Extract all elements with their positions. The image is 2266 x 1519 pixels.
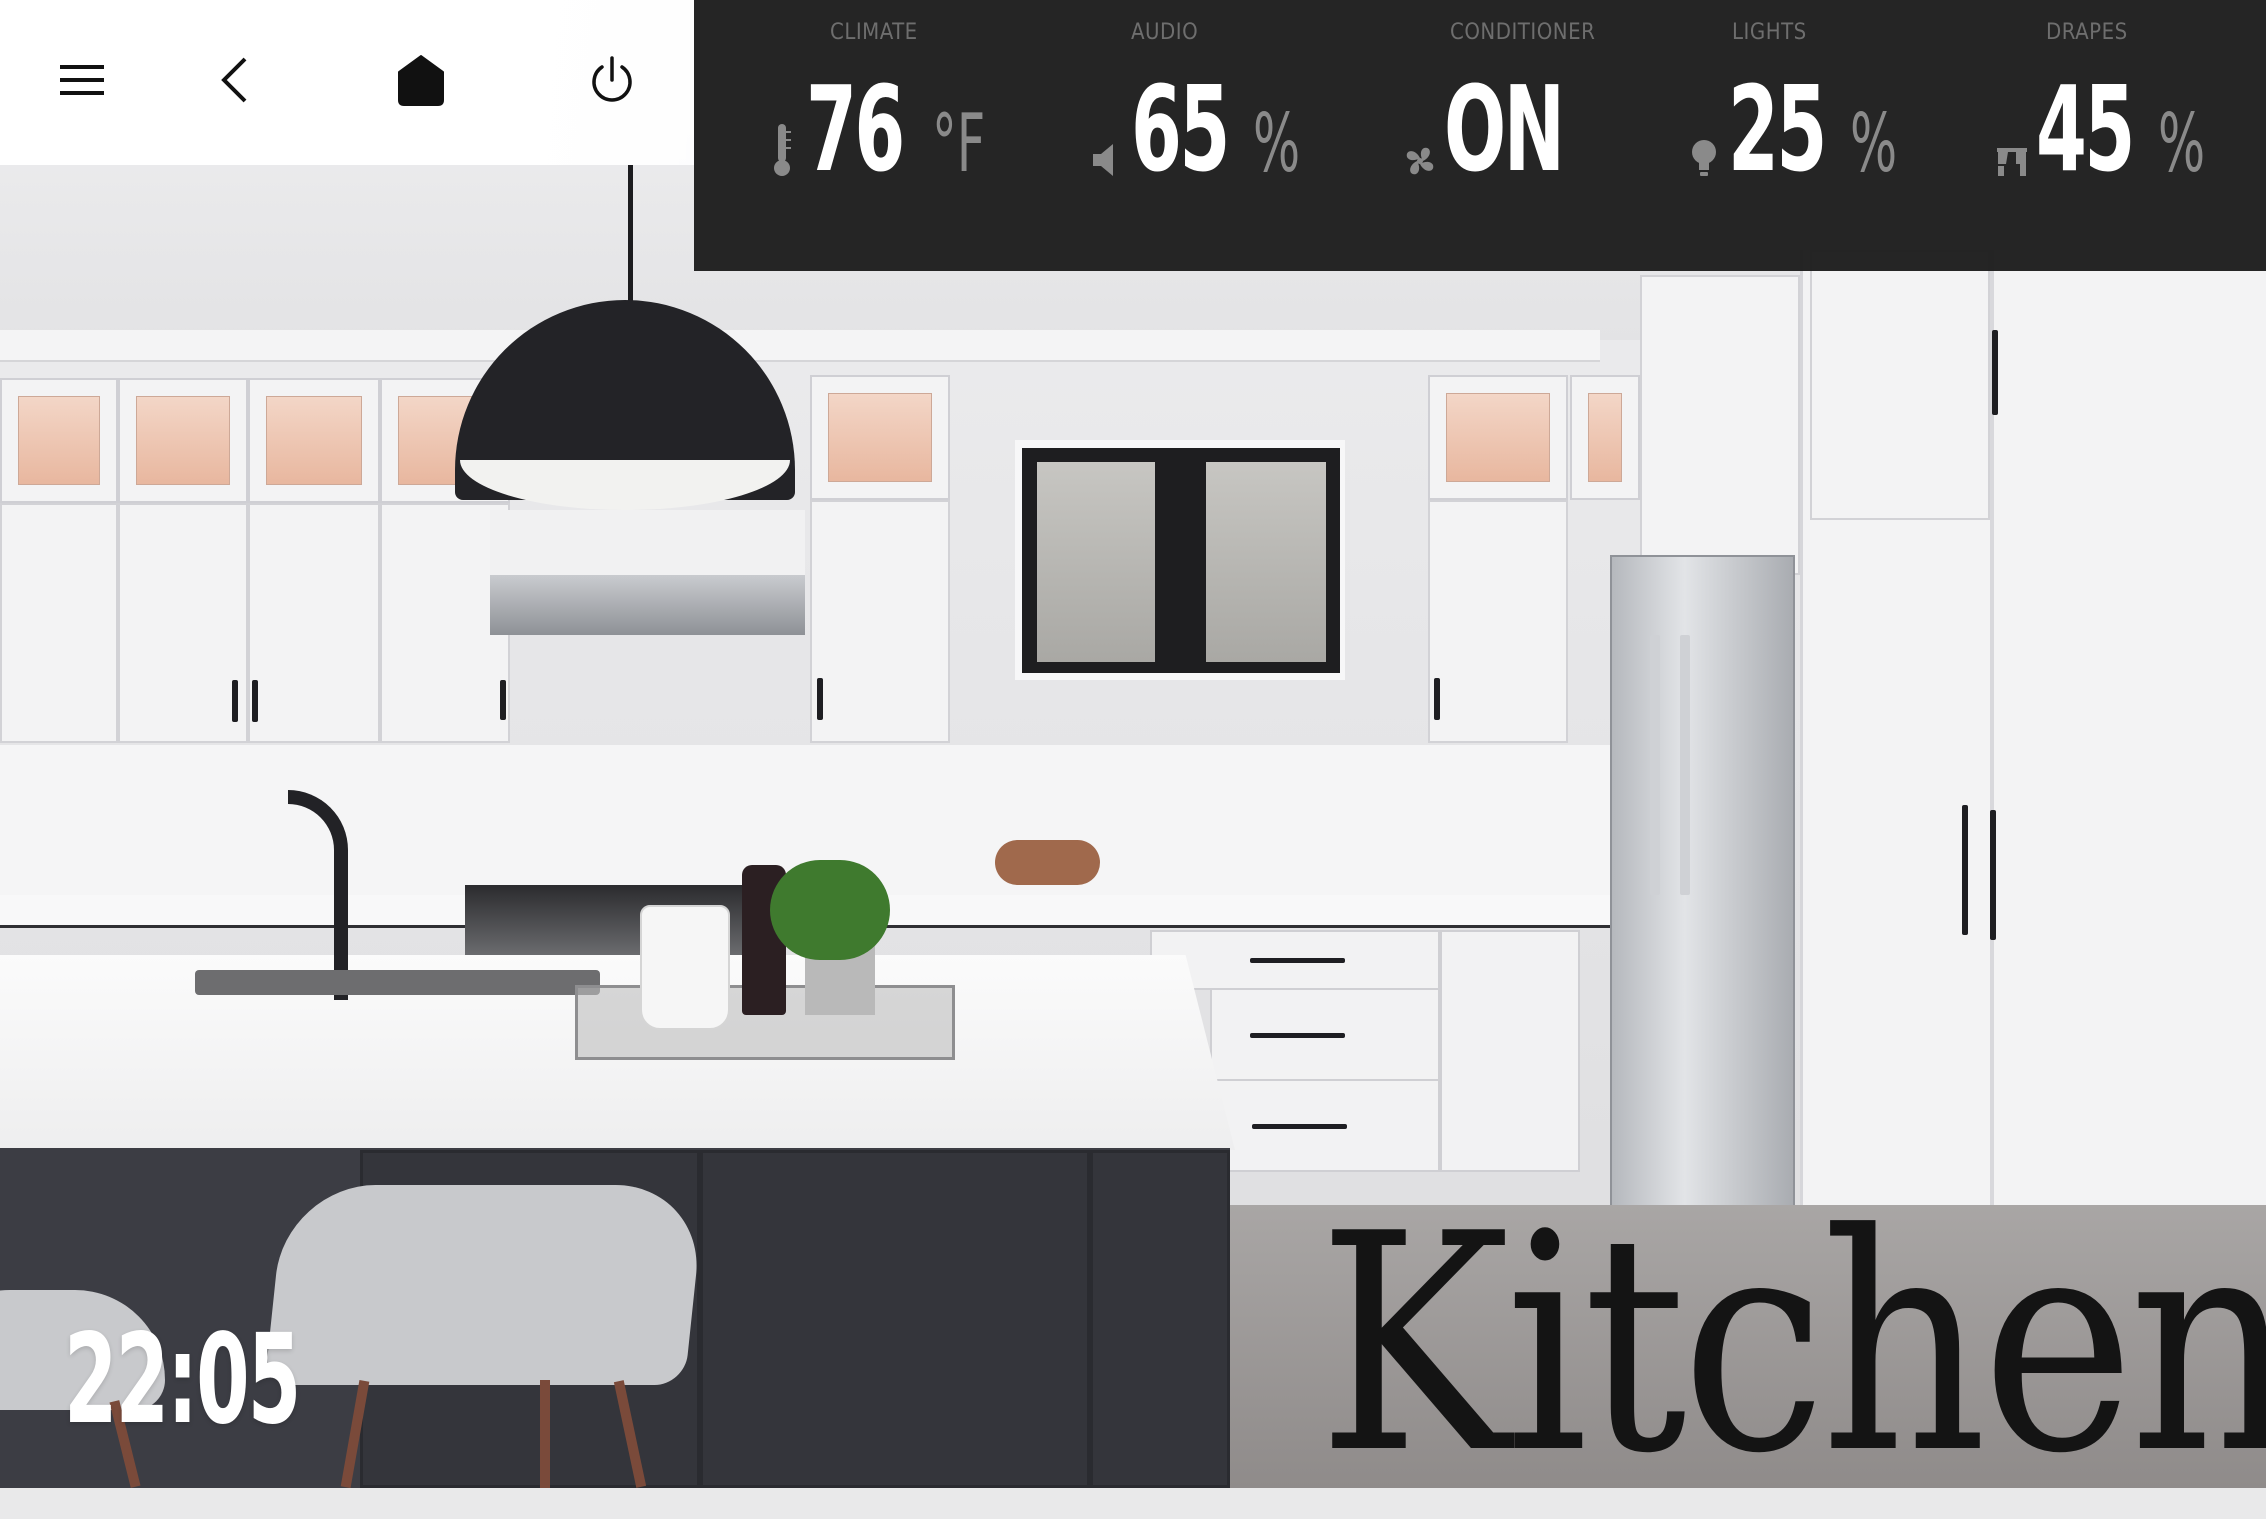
upper-cabinet xyxy=(1640,275,1800,575)
drapes-status[interactable]: DRAPES 45 % xyxy=(1994,0,2244,271)
cabinet-handle xyxy=(1434,678,1440,720)
upper-cabinet xyxy=(1810,250,1990,520)
drapes-unit: % xyxy=(2158,97,2206,190)
sink xyxy=(195,970,600,995)
range-hood-cover xyxy=(490,510,805,580)
bar-stool xyxy=(264,1185,706,1385)
climate-status[interactable]: CLIMATE 76 °F xyxy=(764,0,1004,271)
glass-cabinet xyxy=(0,378,118,503)
power-button[interactable] xyxy=(572,40,652,120)
conditioner-reading: ON xyxy=(1444,70,1635,188)
audio-value-group: 65 % xyxy=(1089,70,1329,188)
cutting-board xyxy=(995,840,1100,885)
audio-value: 65 xyxy=(1131,60,1230,198)
bulb-icon xyxy=(1686,118,1722,178)
glass-cabinet xyxy=(810,375,950,500)
home-button[interactable] xyxy=(381,40,461,120)
audio-label: AUDIO xyxy=(1131,20,1199,45)
upper-cabinet xyxy=(1428,500,1568,743)
chevron-left-icon xyxy=(219,56,249,104)
window-pane xyxy=(1037,462,1155,662)
lights-reading: 25 % xyxy=(1728,70,1926,188)
lights-unit: % xyxy=(1850,97,1898,190)
window-pane xyxy=(1206,462,1326,662)
drawer-handle xyxy=(1250,1033,1345,1038)
room-title: Kitchen xyxy=(1318,1170,2266,1519)
cabinet-handle xyxy=(232,680,238,722)
home-icon xyxy=(397,54,445,106)
clock-time: 22:05 xyxy=(64,1308,301,1452)
glass-cabinet xyxy=(118,378,248,503)
fridge-handle xyxy=(1650,635,1660,895)
conditioner-status[interactable]: CONDITIONER ON xyxy=(1402,0,1682,271)
drapes-value: 45 xyxy=(2036,60,2135,198)
pantry-handle xyxy=(1992,330,1998,415)
thermometer-icon xyxy=(764,118,800,178)
potted-plant xyxy=(770,860,890,960)
cabinet-handle xyxy=(500,680,506,720)
audio-unit: % xyxy=(1253,97,1301,190)
drapes-reading: 45 % xyxy=(2036,70,2234,188)
glass-cabinet xyxy=(248,378,380,503)
climate-label: CLIMATE xyxy=(830,20,918,45)
menu-button[interactable] xyxy=(42,40,122,120)
conditioner-label: CONDITIONER xyxy=(1450,20,1596,45)
island-column xyxy=(1090,1150,1230,1488)
audio-reading: 65 % xyxy=(1131,70,1329,188)
drapes-label: DRAPES xyxy=(2046,20,2128,45)
upper-cabinet xyxy=(118,503,248,743)
glass-cabinet xyxy=(1428,375,1568,500)
drawer-handle xyxy=(1250,958,1345,963)
lights-status[interactable]: LIGHTS 25 % xyxy=(1686,0,1926,271)
navigation-toolbar xyxy=(0,0,694,165)
power-icon xyxy=(590,56,634,104)
device-status-panel: CLIMATE 76 °F AUDIO 65 % CONDITIONER ON … xyxy=(694,0,2266,271)
upper-cabinet xyxy=(248,503,380,743)
audio-status[interactable]: AUDIO 65 % xyxy=(1089,0,1329,271)
fridge-handle xyxy=(1680,635,1690,895)
range-hood xyxy=(490,575,805,635)
drapes-icon xyxy=(1994,118,2030,178)
upper-cabinet xyxy=(0,503,118,743)
upper-cabinet xyxy=(810,500,950,743)
lights-label: LIGHTS xyxy=(1732,20,1807,45)
cabinet-handle xyxy=(252,680,258,722)
lights-value: 25 xyxy=(1728,60,1827,198)
pantry-handle xyxy=(1962,805,1968,935)
stool-leg xyxy=(540,1380,550,1488)
conditioner-value: ON xyxy=(1444,60,1565,198)
pantry-handle xyxy=(1990,810,1996,940)
drapes-value-group: 45 % xyxy=(1994,70,2234,188)
climate-value: 76 xyxy=(806,60,905,198)
glass-cabinet xyxy=(1570,375,1640,500)
cabinet-handle xyxy=(817,678,823,720)
pitcher xyxy=(640,905,730,1030)
faucet xyxy=(288,790,348,1000)
lights-value-group: 25 % xyxy=(1686,70,1926,188)
climate-value-group: 76 °F xyxy=(764,60,986,198)
fan-icon xyxy=(1402,118,1438,178)
drawer-handle xyxy=(1252,1124,1347,1129)
climate-reading: 76 °F xyxy=(806,60,986,198)
climate-unit: °F xyxy=(932,97,986,190)
base-cabinet xyxy=(1440,930,1580,1172)
island-door xyxy=(700,1150,1090,1488)
conditioner-value-group: ON xyxy=(1402,70,1635,188)
speaker-icon xyxy=(1089,118,1125,178)
hamburger-menu-icon xyxy=(60,63,104,97)
crown-molding xyxy=(0,330,1600,362)
back-button[interactable] xyxy=(194,40,274,120)
